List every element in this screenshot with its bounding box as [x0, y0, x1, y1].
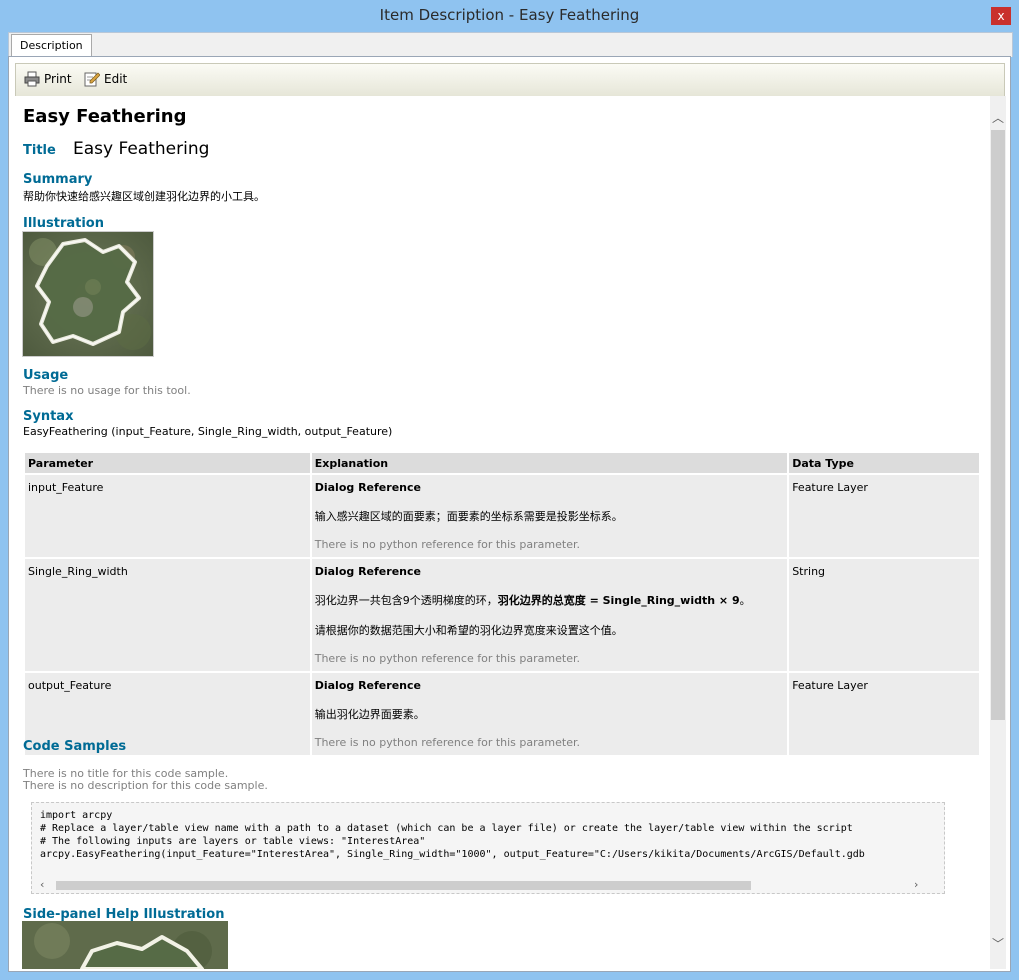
scroll-right-icon[interactable]: › [914, 878, 918, 891]
syntax-text: EasyFeathering (input_Feature, Single_Ri… [23, 425, 393, 438]
code-line: # Replace a layer/table view name with a… [40, 823, 853, 834]
edit-label: Edit [104, 72, 128, 86]
param-description: 羽化边界一共包含9个透明梯度的环，羽化边界的总宽度 = Single_Ring_… [315, 592, 784, 608]
vertical-scrollbar[interactable]: ︿ ﹀ [990, 96, 1006, 969]
syntax-section-label: Syntax [23, 409, 74, 424]
param-explanation: Dialog Reference 输入感兴趣区域的面要素；面要素的坐标系需要是投… [311, 475, 788, 557]
scroll-left-icon[interactable]: ‹ [40, 878, 44, 891]
usage-section-label: Usage [23, 368, 69, 383]
column-header-parameter: Parameter [25, 453, 310, 473]
close-icon: x [997, 9, 1005, 23]
code-line: # The following inputs are layers or tab… [40, 836, 426, 847]
printer-icon [24, 71, 40, 87]
code-samples-section-label: Code Samples [23, 739, 127, 754]
param-description: 输出羽化边界面要素。 [314, 708, 425, 721]
usage-text: There is no usage for this tool. [23, 384, 191, 397]
code-line: arcpy.EasyFeathering(input_Feature="Inte… [40, 849, 865, 860]
document-content[interactable]: Easy Feathering Title Easy Feathering Su… [15, 96, 990, 969]
edit-icon [84, 72, 100, 87]
table-row: output_Feature Dialog Reference 输出羽化边界面要… [25, 673, 979, 755]
summary-text: 帮助你快速给感兴趣区域创建羽化边界的小工具。 [23, 190, 265, 203]
param-description-bold: 羽化边界的总宽度 = Single_Ring_width × 9 [497, 594, 740, 607]
vertical-scroll-thumb[interactable] [991, 130, 1005, 720]
illustration-image [22, 231, 154, 357]
dialog-reference-label: Dialog Reference [314, 565, 421, 578]
code-horizontal-scrollbar[interactable]: ‹ › [40, 878, 940, 891]
title-value: Easy Feathering [73, 139, 210, 159]
description-panel: Print Edit Easy Feathering Title Easy Fe… [8, 56, 1011, 972]
summary-section-label: Summary [23, 172, 93, 187]
param-name: Single_Ring_width [25, 559, 310, 671]
edit-button[interactable]: Edit [84, 71, 127, 87]
window-title: Item Description - Easy Feathering [379, 6, 640, 24]
tab-strip: Description [8, 32, 1013, 58]
param-data-type: Feature Layer [789, 673, 979, 755]
code-line: import arcpy [40, 810, 113, 821]
title-bar[interactable]: Item Description - Easy Feathering x [0, 0, 1019, 32]
table-row: input_Feature Dialog Reference 输入感兴趣区域的面… [25, 475, 979, 557]
python-reference-text: There is no python reference for this pa… [314, 538, 580, 551]
print-button[interactable]: Print [24, 71, 72, 87]
python-reference-text: There is no python reference for this pa… [314, 652, 580, 665]
param-explanation: Dialog Reference 羽化边界一共包含9个透明梯度的环，羽化边界的总… [311, 559, 788, 671]
parameter-table: Parameter Explanation Data Type input_Fe… [23, 451, 981, 757]
table-header-row: Parameter Explanation Data Type [25, 453, 979, 473]
item-description-window: Item Description - Easy Feathering x Des… [0, 0, 1019, 980]
param-explanation: Dialog Reference 输出羽化边界面要素。 There is no … [311, 673, 788, 755]
side-panel-section-label: Side-panel Help Illustration [23, 907, 225, 922]
param-data-type: Feature Layer [789, 475, 979, 557]
param-description: 输入感兴趣区域的面要素；面要素的坐标系需要是投影坐标系。 [314, 510, 623, 523]
dialog-reference-label: Dialog Reference [314, 679, 421, 692]
print-label: Print [44, 72, 72, 86]
code-scroll-thumb[interactable] [56, 881, 751, 890]
document-heading: Easy Feathering [23, 106, 187, 127]
param-data-type: String [789, 559, 979, 671]
column-header-explanation: Explanation [311, 453, 788, 473]
scroll-down-icon[interactable]: ﹀ [990, 936, 1006, 952]
toolbar: Print Edit [15, 63, 1005, 97]
close-button[interactable]: x [991, 7, 1011, 25]
code-sample-box[interactable]: import arcpy # Replace a layer/table vie… [31, 802, 945, 894]
code-no-description-text: There is no description for this code sa… [23, 779, 268, 792]
scroll-up-icon[interactable]: ︿ [990, 110, 1006, 126]
param-description-2: 请根据你的数据范围大小和希望的羽化边界宽度来设置这个值。 [314, 624, 623, 637]
side-panel-illustration-image [22, 921, 228, 969]
param-description-end: 。 [739, 594, 751, 607]
param-description-part: 羽化边界一共包含9个透明梯度的环， [314, 594, 498, 607]
python-reference-text: There is no python reference for this pa… [314, 736, 580, 749]
title-section-label: Title [23, 143, 56, 158]
dialog-reference-label: Dialog Reference [314, 481, 421, 494]
illustration-section-label: Illustration [23, 216, 104, 231]
tab-description[interactable]: Description [11, 34, 92, 58]
column-header-data-type: Data Type [789, 453, 979, 473]
table-row: Single_Ring_width Dialog Reference 羽化边界一… [25, 559, 979, 671]
param-name: input_Feature [25, 475, 310, 557]
